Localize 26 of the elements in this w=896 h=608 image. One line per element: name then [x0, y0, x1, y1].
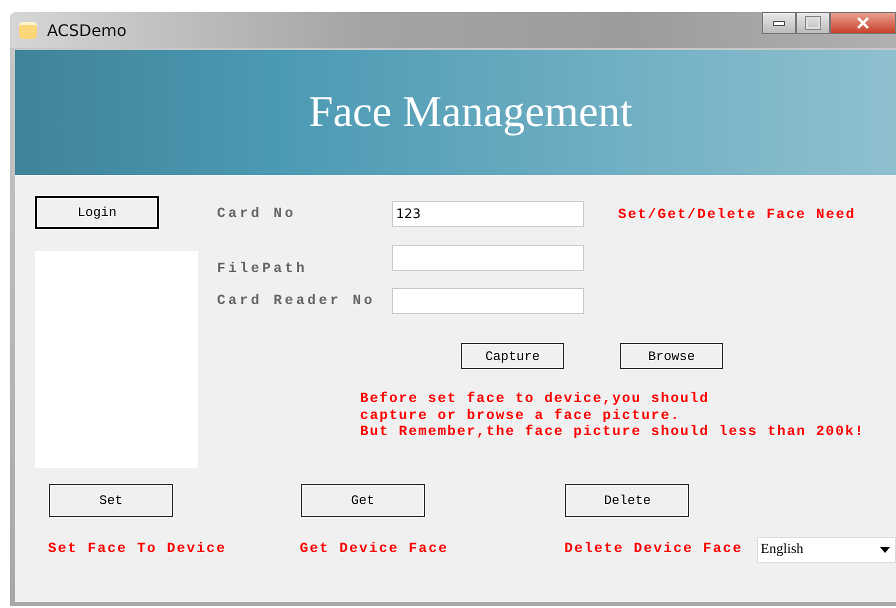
field-label: FilePath [217, 261, 308, 277]
maximize-button[interactable] [796, 12, 830, 34]
input-field[interactable]: 123 [392, 201, 584, 227]
action-button[interactable]: Delete [565, 484, 690, 517]
browse-button[interactable]: Browse [620, 343, 723, 369]
action-caption: Set Face To Device [48, 541, 228, 557]
field-label: Card No [217, 206, 298, 222]
window-title: ACSDemo [47, 20, 127, 40]
field-label: Card Reader No [217, 293, 376, 309]
close-icon [856, 17, 870, 29]
warning-message: Before set face to device,you should capture or browse a face picture. But Remember,the face picture should less than 200k! [360, 391, 864, 440]
input-field[interactable] [392, 288, 584, 314]
login-button[interactable]: Login [35, 196, 159, 229]
capture-button[interactable]: Capture [461, 343, 564, 369]
dropdown-arrow-icon [880, 547, 890, 553]
input-field[interactable] [392, 245, 584, 271]
action-caption: Delete Device Face [564, 541, 743, 557]
action-caption: Get Device Face [300, 541, 450, 557]
folder-icon [19, 22, 37, 38]
action-button[interactable]: Set [49, 484, 173, 517]
note-text: Set/Get/Delete Face Need [618, 207, 856, 223]
banner-title: Face Management [308, 86, 632, 137]
minimize-button[interactable] [762, 12, 796, 34]
close-button[interactable] [830, 12, 896, 34]
action-button[interactable]: Get [300, 484, 425, 517]
language-dropdown[interactable]: English [756, 537, 896, 563]
